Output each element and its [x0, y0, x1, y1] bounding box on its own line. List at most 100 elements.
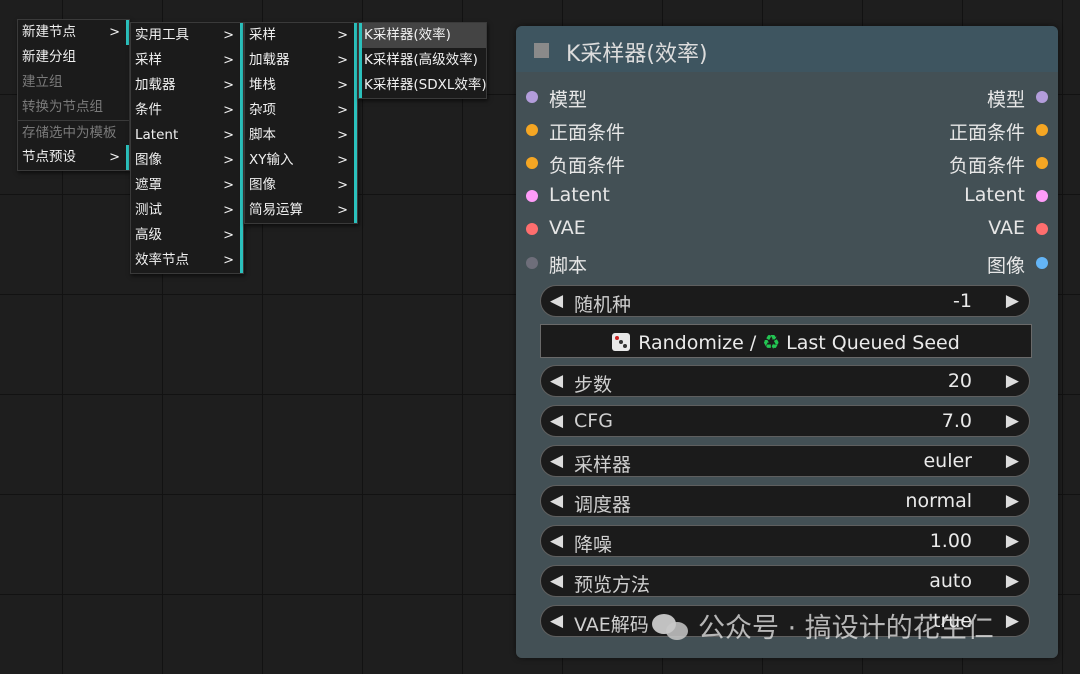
output-label: Latent: [964, 184, 1025, 206]
menu-item-label: 新建节点: [22, 24, 76, 40]
input-slot-dot-icon[interactable]: [526, 257, 538, 269]
menu-item-node-presets[interactable]: 节点预设 >: [18, 145, 129, 170]
decrement-arrow-icon[interactable]: ◀: [550, 531, 563, 551]
menu-item-mask[interactable]: 遮罩 >: [131, 173, 243, 198]
input-label: VAE: [549, 217, 586, 239]
menu-item-image[interactable]: 图像 >: [245, 173, 357, 198]
menu-item-ksampler-sdxl-efficient[interactable]: K采样器(SDXL效率): [359, 73, 487, 98]
input-label: 脚本: [549, 255, 588, 277]
input-label: 正面条件: [549, 122, 626, 144]
submenu-arrow-icon: >: [223, 203, 234, 218]
context-menu: 新建节点 > 新建分组 建立组 转换为节点组 存储选中为模板 节点预设 >: [17, 19, 130, 171]
menu-item-label: 加载器: [249, 52, 290, 68]
output-label: VAE: [988, 217, 1025, 239]
seed-widget[interactable]: ◀ 随机种 -1 ▶: [540, 285, 1030, 317]
menu-item-label: Latent: [135, 127, 179, 143]
decrement-arrow-icon[interactable]: ◀: [550, 411, 563, 431]
submenu-arrow-icon: >: [337, 78, 348, 93]
submenu-arrow-icon: >: [337, 103, 348, 118]
output-slot-dot-icon[interactable]: [1036, 91, 1048, 103]
decrement-arrow-icon[interactable]: ◀: [550, 611, 563, 631]
menu-item-new-group[interactable]: 新建分组: [18, 45, 129, 70]
collapse-toggle-icon[interactable]: [534, 43, 549, 58]
widget-value: euler: [923, 450, 972, 472]
submenu-arrow-icon: >: [223, 53, 234, 68]
menu-item-new-node[interactable]: 新建节点 >: [18, 20, 129, 45]
menu-item-latent[interactable]: Latent >: [131, 123, 243, 148]
steps-widget[interactable]: ◀ 步数 20 ▶: [540, 365, 1030, 397]
menu-item-loaders[interactable]: 加载器 >: [245, 48, 357, 73]
menu-item-ksampler-efficient[interactable]: K采样器(效率): [359, 23, 486, 48]
menu-item-label: 条件: [135, 102, 162, 118]
menu-item-ksampler-adv-efficient[interactable]: K采样器(高级效率): [359, 48, 486, 73]
menu-item-label: 实用工具: [135, 27, 189, 43]
increment-arrow-icon[interactable]: ▶: [1006, 611, 1019, 631]
output-slot-dot-icon[interactable]: [1036, 124, 1048, 136]
decrement-arrow-icon[interactable]: ◀: [550, 371, 563, 391]
menu-item-testing[interactable]: 测试 >: [131, 198, 243, 223]
output-label: 模型: [986, 89, 1025, 111]
menu-item-label: 堆栈: [249, 77, 276, 93]
submenu-samplers: K采样器(效率) K采样器(高级效率) K采样器(SDXL效率): [358, 22, 487, 99]
input-slot-dot-icon[interactable]: [526, 91, 538, 103]
output-slot-dot-icon[interactable]: [1036, 190, 1048, 202]
preview-method-widget[interactable]: ◀ 预览方法 auto ▶: [540, 565, 1030, 597]
widget-value: normal: [905, 490, 972, 512]
menu-item-advanced[interactable]: 高级 >: [131, 223, 243, 248]
input-slot-dot-icon[interactable]: [526, 223, 538, 235]
decrement-arrow-icon[interactable]: ◀: [550, 571, 563, 591]
output-slot-dot-icon[interactable]: [1036, 157, 1048, 169]
sampler-widget[interactable]: ◀ 采样器 euler ▶: [540, 445, 1030, 477]
increment-arrow-icon[interactable]: ▶: [1006, 571, 1019, 591]
decrement-arrow-icon[interactable]: ◀: [550, 451, 563, 471]
menu-item-label: 存储选中为模板: [22, 125, 117, 141]
menu-item-label: 采样: [135, 52, 162, 68]
submenu-arrow-icon: >: [337, 53, 348, 68]
menu-item-efficiency-nodes[interactable]: 效率节点 >: [131, 248, 243, 273]
submenu-arrow-icon: >: [223, 153, 234, 168]
widget-value: 1.00: [929, 530, 972, 552]
io-row: 正面条件 正面条件: [516, 114, 1058, 148]
menu-item-utils[interactable]: 实用工具 >: [131, 23, 243, 48]
output-slot-dot-icon[interactable]: [1036, 257, 1048, 269]
decrement-arrow-icon[interactable]: ◀: [550, 491, 563, 511]
menu-item-conditioning[interactable]: 条件 >: [131, 98, 243, 123]
watermark-text: 公众号 · 搞设计的花生仁: [698, 613, 994, 644]
input-slot-dot-icon[interactable]: [526, 124, 538, 136]
denoise-widget[interactable]: ◀ 降噪 1.00 ▶: [540, 525, 1030, 557]
menu-item-misc[interactable]: 杂项 >: [245, 98, 357, 123]
submenu-arrow-icon: >: [223, 28, 234, 43]
menu-item-scripts[interactable]: 脚本 >: [245, 123, 357, 148]
decrement-arrow-icon[interactable]: ◀: [550, 291, 563, 311]
ksampler-node[interactable]: K采样器(效率) 模型 模型 正面条件 正面条件 负面条件 负面条件 Laten…: [516, 26, 1058, 658]
scheduler-widget[interactable]: ◀ 调度器 normal ▶: [540, 485, 1030, 517]
menu-item-label: K采样器(高级效率): [364, 52, 478, 68]
increment-arrow-icon[interactable]: ▶: [1006, 371, 1019, 391]
increment-arrow-icon[interactable]: ▶: [1006, 491, 1019, 511]
menu-item-label: 加载器: [135, 77, 176, 93]
io-row: 负面条件 负面条件: [516, 147, 1058, 181]
menu-item-sampling[interactable]: 采样 >: [245, 23, 357, 48]
increment-arrow-icon[interactable]: ▶: [1006, 531, 1019, 551]
menu-item-simple-eval[interactable]: 简易运算 >: [245, 198, 357, 223]
output-slot-dot-icon[interactable]: [1036, 223, 1048, 235]
randomize-seed-button[interactable]: Randomize / ♻ Last Queued Seed: [540, 324, 1032, 358]
increment-arrow-icon[interactable]: ▶: [1006, 411, 1019, 431]
increment-arrow-icon[interactable]: ▶: [1006, 291, 1019, 311]
input-slot-dot-icon[interactable]: [526, 190, 538, 202]
input-label: 模型: [549, 89, 588, 111]
input-slot-dot-icon[interactable]: [526, 157, 538, 169]
widget-label: 随机种: [574, 294, 632, 316]
menu-item-loaders[interactable]: 加载器 >: [131, 73, 243, 98]
menu-item-sampling[interactable]: 采样 >: [131, 48, 243, 73]
menu-item-stacks[interactable]: 堆栈 >: [245, 73, 357, 98]
node-title-bar[interactable]: K采样器(效率): [516, 26, 1058, 72]
widget-value: auto: [929, 570, 972, 592]
menu-item-image[interactable]: 图像 >: [131, 148, 243, 173]
increment-arrow-icon[interactable]: ▶: [1006, 451, 1019, 471]
menu-item-xy-inputs[interactable]: XY输入 >: [245, 148, 357, 173]
cfg-widget[interactable]: ◀ CFG 7.0 ▶: [540, 405, 1030, 437]
widget-value: 7.0: [941, 410, 972, 432]
menu-item-label: K采样器(SDXL效率): [364, 77, 487, 93]
menu-item-label: 遮罩: [135, 177, 162, 193]
